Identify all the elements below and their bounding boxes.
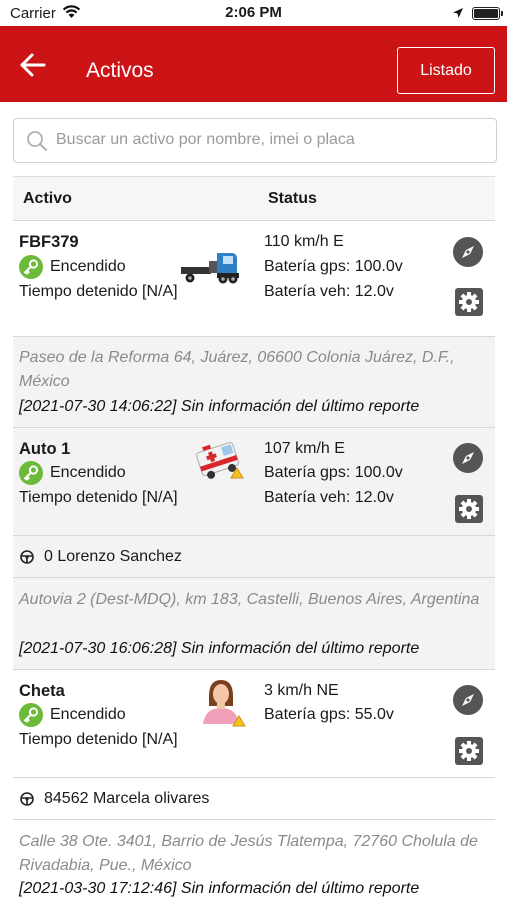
- ignition-status: Encendido: [19, 461, 126, 485]
- driver-row: 84562 Marcela olivares: [13, 778, 495, 820]
- driver-name: 84562 Marcela olivares: [44, 790, 210, 807]
- asset-row[interactable]: FBF379 Encendido Tiempo detenido [N/A] 1…: [13, 221, 495, 337]
- gear-icon[interactable]: [455, 737, 483, 765]
- driver-row: 0 Lorenzo Sanchez: [13, 536, 495, 578]
- ignition-status: Encendido: [19, 703, 126, 727]
- address-block: Paseo de la Reforma 64, Juárez, 06600 Co…: [13, 337, 495, 428]
- listado-button[interactable]: Listado: [397, 47, 495, 94]
- vehicle-battery: Batería veh: 12.0v: [264, 283, 394, 300]
- asset-name: Auto 1: [19, 440, 71, 458]
- battery-tip: [501, 11, 503, 16]
- key-icon: [19, 255, 43, 279]
- search-box: [13, 118, 497, 163]
- battery-icon: [472, 7, 500, 20]
- key-icon: [19, 703, 43, 727]
- compass-icon[interactable]: [453, 237, 483, 267]
- location-arrow-icon: [452, 6, 464, 24]
- arrow-left-icon: [20, 53, 46, 77]
- back-button[interactable]: [18, 50, 52, 80]
- tow-truck-icon: [179, 247, 241, 292]
- address-text: Paseo de la Reforma 64, Juárez, 06600 Co…: [19, 349, 455, 390]
- search-input[interactable]: [56, 119, 486, 161]
- speed-heading: 110 km/h E: [264, 233, 344, 250]
- asset-row[interactable]: Auto 1 Encendido Tiempo detenido [N/A] 1…: [13, 428, 495, 536]
- stopped-time: Tiempo detenido [N/A]: [19, 283, 178, 300]
- ignition-label: Encendido: [50, 706, 126, 723]
- steering-wheel-icon: [20, 550, 34, 564]
- asset-name: FBF379: [19, 233, 79, 251]
- clock: 2:06 PM: [225, 4, 282, 21]
- address-block: Autovia 2 (Dest-MDQ), km 183, Castelli, …: [13, 578, 495, 670]
- person-icon: [199, 676, 249, 735]
- compass-icon[interactable]: [453, 685, 483, 715]
- last-report-text: [2021-07-30 16:06:28] Sin información de…: [19, 640, 420, 657]
- ignition-label: Encendido: [50, 258, 126, 275]
- gear-icon[interactable]: [455, 288, 483, 316]
- address-text: Autovia 2 (Dest-MDQ), km 183, Castelli, …: [19, 591, 480, 608]
- last-report-text: [2021-03-30 17:12:46] Sin información de…: [19, 880, 420, 897]
- speed-heading: 3 km/h NE: [264, 682, 339, 699]
- column-header-status: Status: [268, 190, 317, 207]
- ignition-label: Encendido: [50, 464, 126, 481]
- address-text: Calle 38 Ote. 3401, Barrio de Jesús Tlat…: [19, 833, 478, 874]
- key-icon: [19, 461, 43, 485]
- vehicle-battery: Batería veh: 12.0v: [264, 489, 394, 506]
- speed-heading: 107 km/h E: [264, 440, 345, 457]
- driver-name: 0 Lorenzo Sanchez: [44, 548, 182, 565]
- gps-battery: Batería gps: 100.0v: [264, 258, 403, 275]
- status-bar: Carrier 2:06 PM: [0, 0, 507, 26]
- asset-name: Cheta: [19, 682, 65, 700]
- gps-battery: Batería gps: 100.0v: [264, 464, 403, 481]
- address-block: Calle 38 Ote. 3401, Barrio de Jesús Tlat…: [13, 820, 495, 900]
- gear-icon[interactable]: [455, 495, 483, 523]
- table-header: Activo Status: [13, 176, 495, 221]
- asset-row[interactable]: Cheta Encendido Tiempo detenido [N/A] 3 …: [13, 670, 495, 778]
- search-icon: [26, 130, 48, 157]
- last-report-text: [2021-07-30 14:06:22] Sin información de…: [19, 398, 420, 415]
- ignition-status: Encendido: [19, 255, 126, 279]
- page-title: Activos: [86, 59, 154, 82]
- compass-icon[interactable]: [453, 443, 483, 473]
- ambulance-icon: [193, 434, 249, 489]
- gps-battery: Batería gps: 55.0v: [264, 706, 394, 723]
- steering-wheel-icon: [20, 792, 34, 806]
- column-header-activo: Activo: [23, 190, 72, 207]
- app-header: Activos Listado: [0, 26, 507, 102]
